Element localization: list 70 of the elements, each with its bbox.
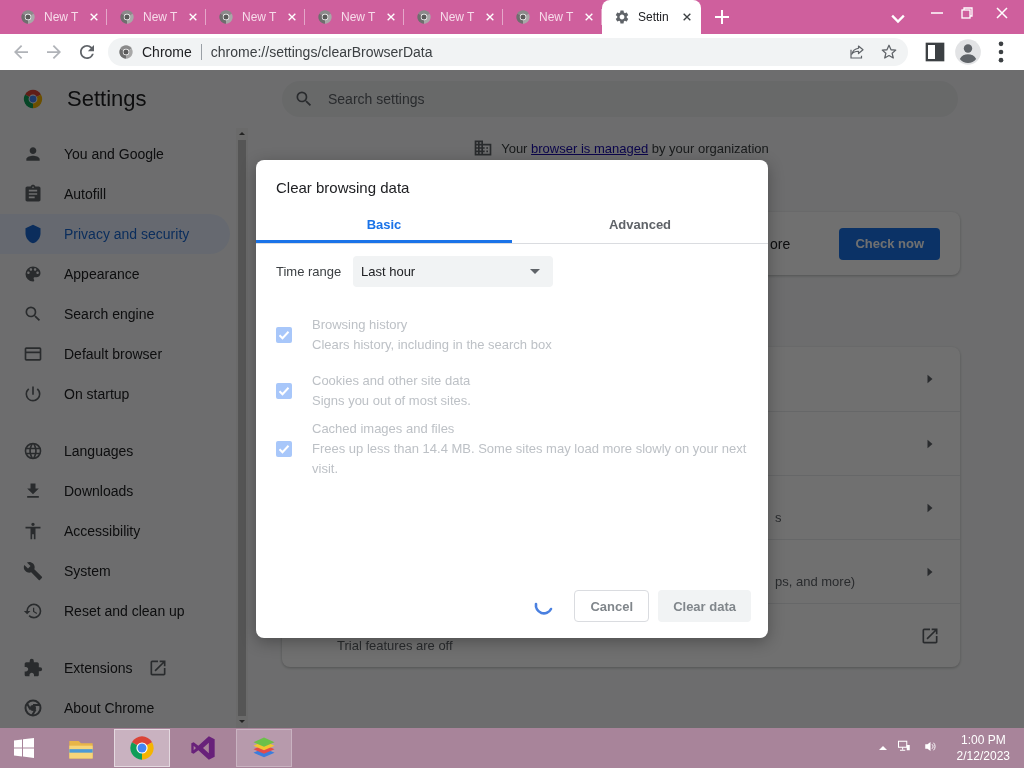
building-icon [473, 138, 494, 158]
power-icon [23, 384, 43, 404]
row-description: s [775, 509, 782, 525]
browser-logo-icon [119, 9, 135, 25]
search-field[interactable]: Search settings [282, 81, 958, 117]
profile-icon[interactable] [954, 38, 982, 66]
option-title: Browsing history [312, 316, 409, 334]
clock[interactable]: 1:00 PM 2/12/2023 [948, 732, 1024, 764]
taskbar-app[interactable] [236, 729, 292, 767]
nav-item[interactable]: System [0, 551, 230, 591]
browser-logo-icon [218, 9, 234, 25]
field-label: Time range [276, 264, 343, 279]
accessibility-icon [23, 521, 43, 541]
card-text: ore [770, 235, 791, 252]
dropdown-arrow-icon [530, 269, 540, 274]
search-icon [294, 89, 314, 109]
dialog-tab[interactable]: Advanced [512, 205, 768, 243]
nav-item[interactable]: Accessibility [0, 511, 230, 551]
check-now-button[interactable]: Check now [839, 227, 940, 260]
dialog-tab[interactable]: Basic [256, 205, 512, 243]
palette-icon [23, 264, 43, 284]
address-bar[interactable]: Chrome chrome://settings/clearBrowserData [108, 38, 908, 66]
nav-item[interactable]: Downloads [0, 471, 230, 511]
share-icon[interactable] [848, 43, 866, 61]
windows-logo-icon[interactable] [12, 736, 36, 760]
nav-item[interactable]: Extensions [0, 648, 230, 688]
browser-logo-icon [515, 9, 531, 25]
nav-item[interactable]: On startup [0, 374, 230, 414]
nav-item[interactable]: Search engine [0, 294, 230, 334]
browser-logo-icon [23, 698, 43, 718]
nav-item[interactable]: Privacy and security [0, 214, 230, 254]
dialog-title: Clear browsing data [275, 178, 411, 198]
time-range-dropdown[interactable]: Last hour [353, 256, 553, 287]
clipboard-icon [23, 184, 43, 204]
option-description: Frees up less than 14.4 MB. Some sites may load more slowly on your next visit. [312, 440, 748, 478]
browser-logo-icon [128, 734, 156, 762]
search-icon [23, 304, 43, 324]
nav-item[interactable]: Languages [0, 431, 230, 471]
nav-item[interactable]: Autofill [0, 174, 230, 214]
nav-item[interactable]: Default browser [0, 334, 230, 374]
nav-item[interactable]: About Chrome [0, 688, 230, 728]
gear-icon [614, 9, 630, 25]
option-title: Cookies and other site data [312, 372, 472, 390]
star-icon[interactable] [880, 43, 898, 61]
puzzle-icon [23, 658, 43, 678]
browser-logo-icon [118, 44, 134, 60]
row-description: ps, and more) [775, 573, 856, 589]
browser-logo-icon [317, 9, 333, 25]
browser-logo-icon [20, 9, 36, 25]
option-description: Clears history, including in the search box [312, 336, 553, 354]
browser-tab[interactable]: Settin [602, 0, 701, 34]
nav-item[interactable]: Appearance [0, 254, 230, 294]
browser-logo-icon [416, 9, 432, 25]
infinity-logo-icon [189, 734, 217, 762]
browser-logo-icon [22, 88, 44, 110]
globe-icon [23, 441, 43, 461]
row-description: Trial features are off [337, 637, 453, 653]
history-icon [23, 601, 43, 621]
wrench-icon [23, 561, 43, 581]
shield-icon [23, 224, 43, 244]
browser-window-icon [23, 344, 43, 364]
search-input[interactable]: Search settings [326, 90, 958, 108]
nav-item[interactable]: You and Google [0, 134, 230, 174]
page-title: Settings [67, 86, 147, 112]
option-description: Signs you out of most sites. [312, 392, 472, 410]
managed-link[interactable]: browser is managed [531, 140, 649, 156]
taskbar-app[interactable] [114, 729, 170, 767]
nav-item[interactable]: Reset and clean up [0, 591, 230, 631]
option-title: Cached images and files [312, 420, 456, 438]
managed-notice: Your browser is managed by your organization [501, 140, 769, 156]
